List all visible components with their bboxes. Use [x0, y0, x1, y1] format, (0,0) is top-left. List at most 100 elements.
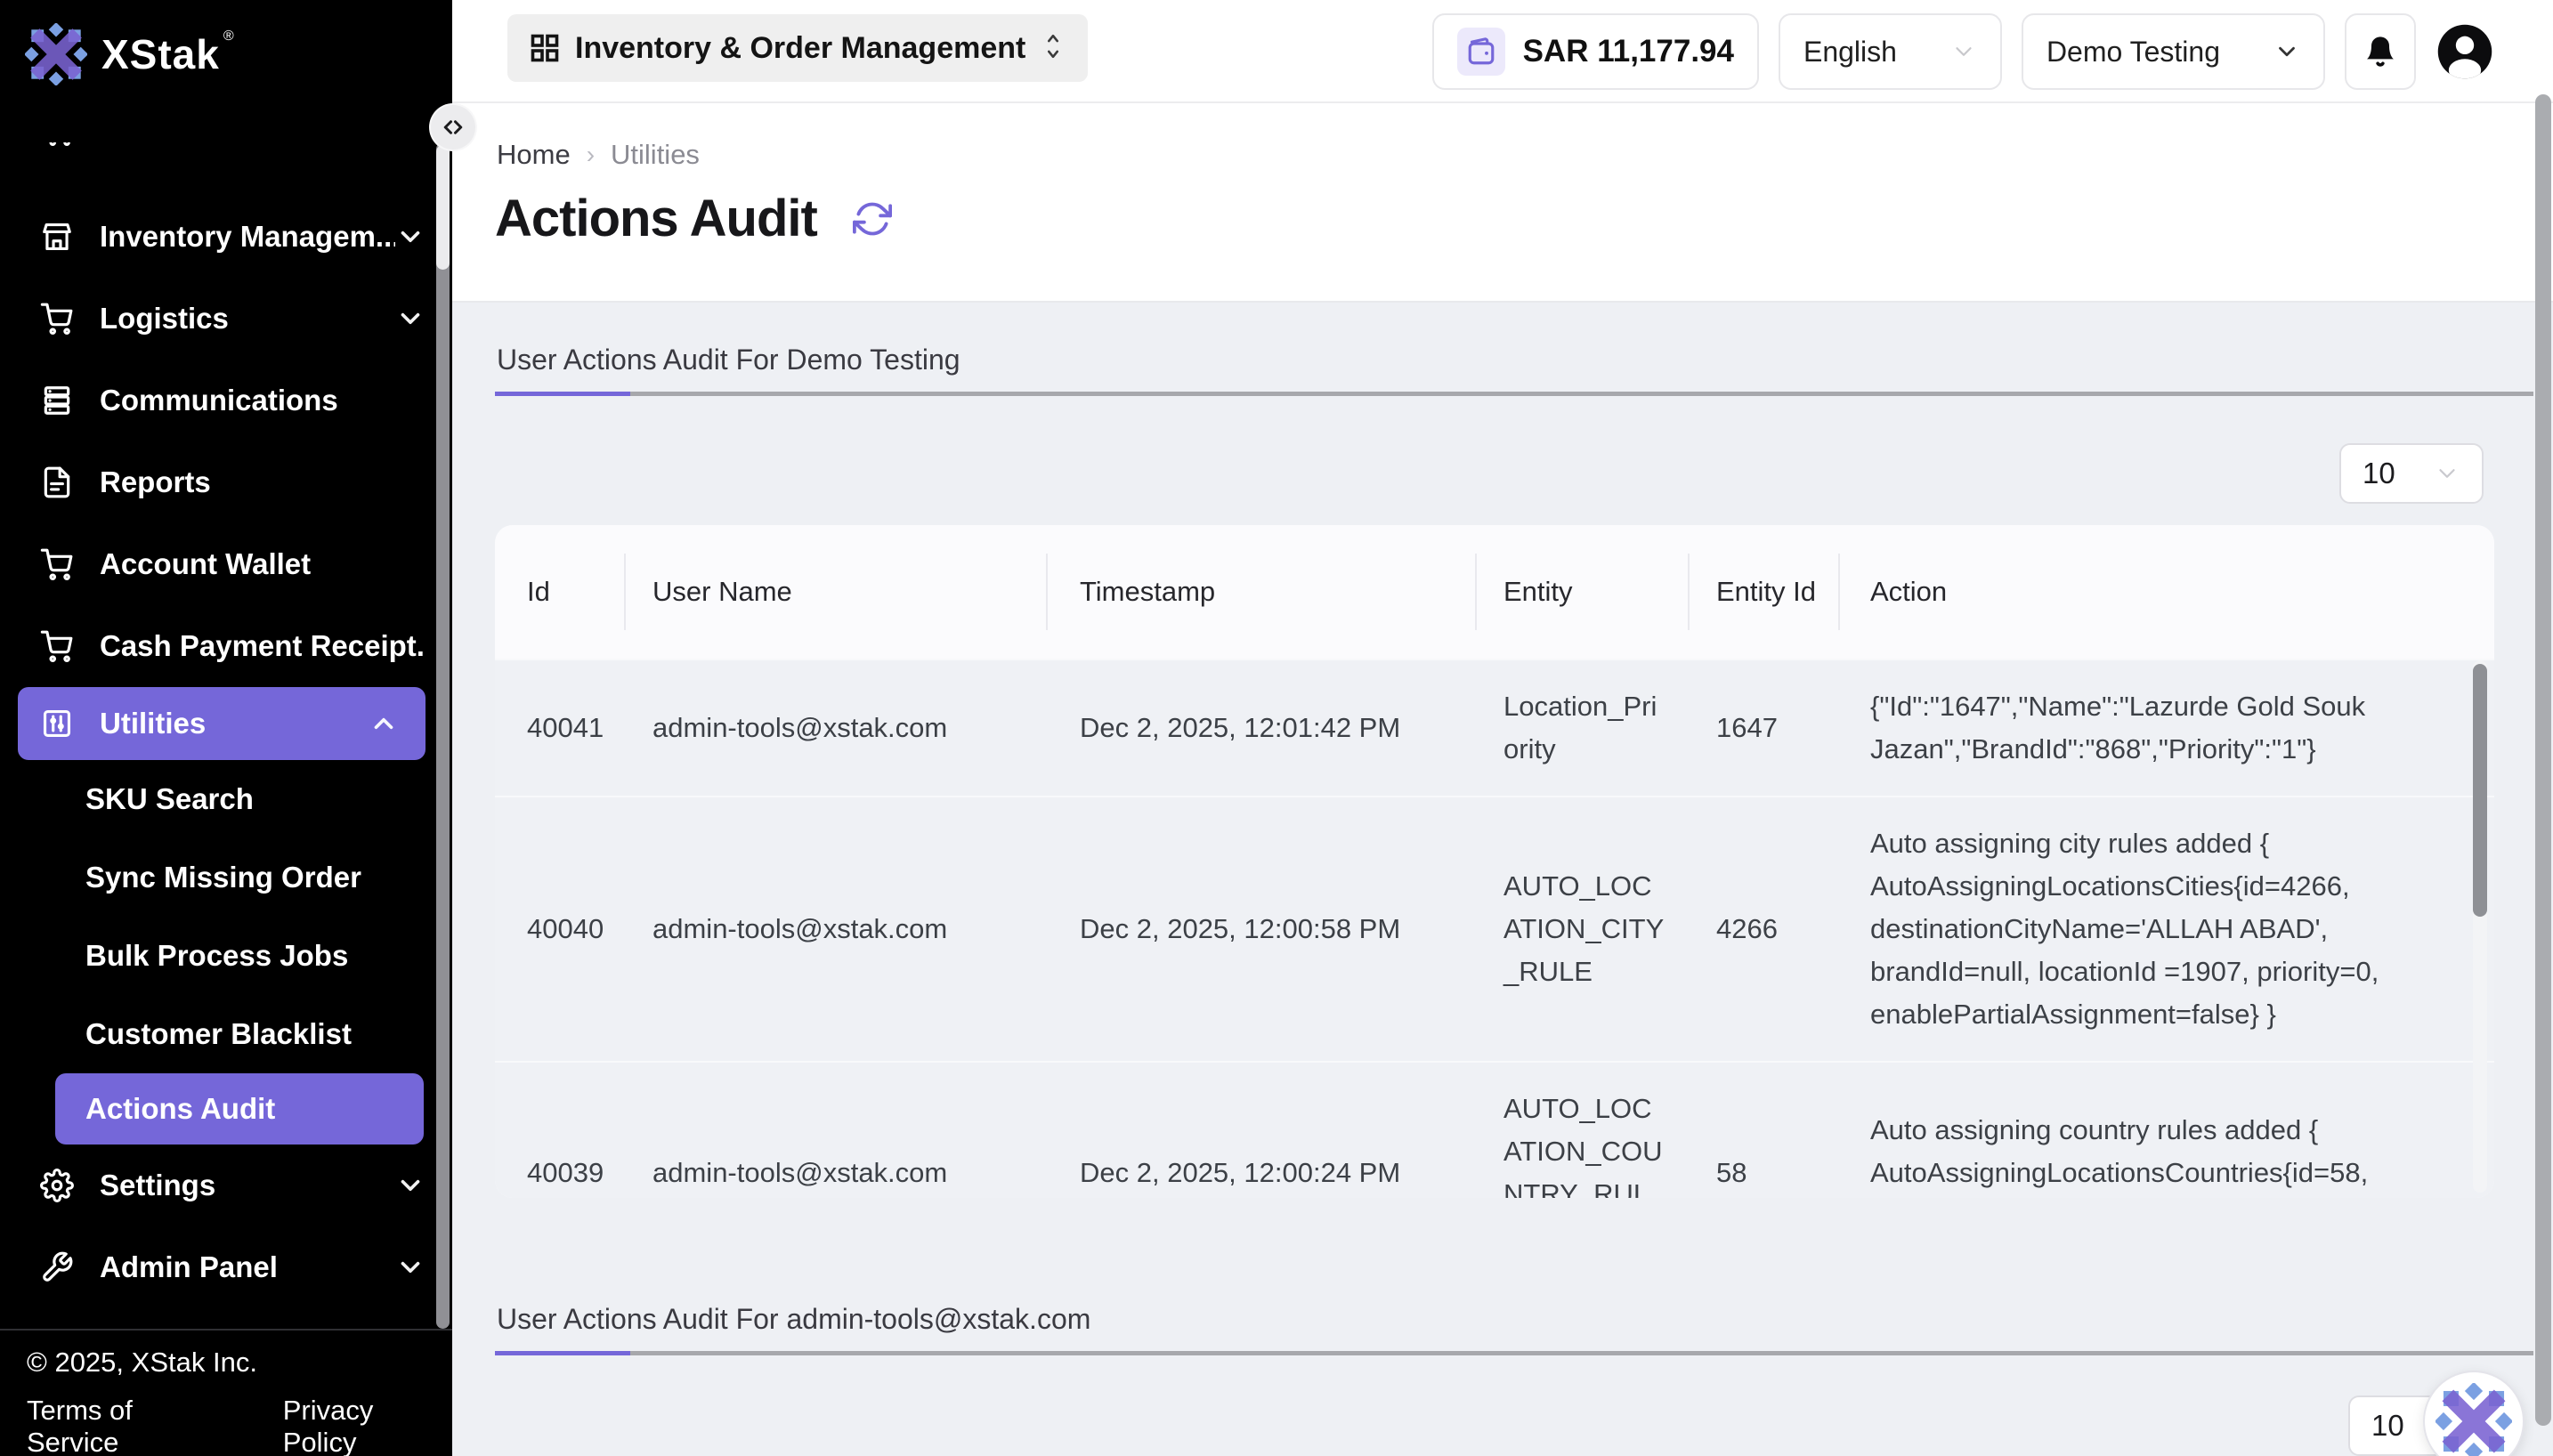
- xstak-logo-icon: [25, 23, 87, 85]
- audit-table-card: IdUser NameTimestampEntityEntity IdActio…: [495, 525, 2494, 1198]
- sidebar-item-label: Admin Panel: [100, 1250, 395, 1284]
- sidebar-item-inventory-managem[interactable]: Inventory Managem...: [0, 196, 452, 278]
- sliders-icon: [39, 706, 75, 741]
- cell-action: Auto assigning city rules added { AutoAs…: [1838, 822, 2494, 1036]
- refresh-button[interactable]: [853, 199, 892, 239]
- cell-user-name: admin-tools@xstak.com: [624, 707, 1046, 749]
- xstak-widget-badge[interactable]: [2423, 1371, 2525, 1456]
- brand-name: XStak: [101, 30, 220, 78]
- privacy-policy-link[interactable]: Privacy Policy: [283, 1395, 426, 1456]
- sidebar-item-settings[interactable]: Settings: [0, 1145, 452, 1226]
- sidebar-item-label: Inventory Managem...: [100, 220, 395, 254]
- sidebar-scrollbar-track[interactable]: [436, 142, 450, 1329]
- sidebar-item-label: Account Wallet: [100, 547, 426, 581]
- sidebar-item-utilities[interactable]: Utilities: [18, 687, 426, 760]
- account-select[interactable]: Demo Testing: [2022, 13, 2325, 90]
- cell-entity: AUTO_LOCATION_COUNTRY_RULE: [1475, 1088, 1688, 1198]
- sidebar-item-bulk-process-jobs[interactable]: Bulk Process Jobs: [0, 917, 452, 995]
- sidebar-item-label: Orders: [100, 142, 426, 147]
- page-title: Actions Audit: [495, 189, 817, 248]
- cell-id: 40039: [495, 1152, 624, 1194]
- sidebar-collapse-button[interactable]: [431, 105, 475, 150]
- content: User Actions Audit For Demo Testing 10 I…: [452, 304, 2553, 1456]
- column-header-timestamp: Timestamp: [1046, 525, 1475, 659]
- app-switcher[interactable]: Inventory & Order Management: [507, 14, 1088, 82]
- chevron-down-icon: [395, 222, 426, 252]
- wallet-balance-button[interactable]: SAR 11,177.94: [1432, 13, 1759, 90]
- sidebar-item-cash-payment-receipt[interactable]: Cash Payment Receipt...: [0, 605, 452, 687]
- cell-entity-id: 4266: [1688, 908, 1838, 950]
- sidebar-item-actions-audit[interactable]: Actions Audit: [55, 1073, 424, 1145]
- breadcrumb-current: Utilities: [611, 139, 700, 171]
- table-row[interactable]: 40040admin-tools@xstak.comDec 2, 2025, 1…: [495, 796, 2494, 1061]
- store-icon: [39, 219, 75, 255]
- main-area: Inventory & Order Management: [452, 0, 2553, 1456]
- cell-timestamp: Dec 2, 2025, 12:00:58 PM: [1046, 908, 1475, 950]
- cell-entity-id: 58: [1688, 1152, 1838, 1194]
- page-scrollbar-thumb[interactable]: [2535, 94, 2551, 1426]
- tab-admin-tools[interactable]: User Actions Audit For admin-tools@xstak…: [497, 1303, 1090, 1336]
- sidebar-item-customer-blacklist[interactable]: Customer Blacklist: [0, 995, 452, 1073]
- wallet-icon: [1457, 28, 1505, 76]
- chevron-down-icon: [395, 1252, 426, 1282]
- sidebar-item-account-wallet[interactable]: Account Wallet: [0, 523, 452, 605]
- cell-action: {"Id":"1647","Name":"Lazurde Gold Souk J…: [1838, 685, 2494, 771]
- topbar: Inventory & Order Management: [452, 0, 2553, 103]
- cell-entity: Location_Priority: [1475, 685, 1688, 771]
- page-size-select-1[interactable]: 10: [2339, 443, 2484, 504]
- sidebar-footer: © 2025, XStak Inc. Terms of Service Priv…: [0, 1329, 452, 1456]
- tab-indicator: [495, 1351, 2533, 1355]
- column-header-id: Id: [495, 525, 624, 659]
- chevron-down-icon: [2434, 460, 2460, 487]
- cell-timestamp: Dec 2, 2025, 12:01:42 PM: [1046, 707, 1475, 749]
- sidebar-item-label: Communications: [100, 384, 426, 417]
- cart-icon: [39, 142, 75, 148]
- chevron-down-icon: [395, 1170, 426, 1201]
- sidebar-item-orders[interactable]: Orders: [0, 142, 452, 171]
- sidebar-item-sku-search[interactable]: SKU Search: [0, 760, 452, 838]
- sidebar-item-label: SKU Search: [85, 782, 254, 816]
- table-header-row: IdUser NameTimestampEntityEntity IdActio…: [495, 525, 2494, 659]
- sidebar: XStak ® Orders Inventory Managem... Logist…: [0, 0, 452, 1456]
- sidebar-item-admin-panel[interactable]: Admin Panel: [0, 1226, 452, 1308]
- sidebar-item-label: Logistics: [100, 302, 395, 336]
- wallet-amount: SAR 11,177.94: [1523, 34, 1734, 69]
- server-icon: [39, 383, 75, 418]
- language-select[interactable]: English: [1779, 13, 2002, 90]
- bell-icon: [2363, 34, 2398, 69]
- table-row[interactable]: 40041admin-tools@xstak.comDec 2, 2025, 1…: [495, 659, 2494, 796]
- cell-user-name: admin-tools@xstak.com: [624, 1152, 1046, 1194]
- terms-of-service-link[interactable]: Terms of Service: [27, 1395, 198, 1456]
- breadcrumb-home[interactable]: Home: [497, 139, 571, 171]
- notifications-button[interactable]: [2345, 13, 2416, 90]
- sidebar-item-sync-missing-order[interactable]: Sync Missing Order: [0, 838, 452, 917]
- user-avatar[interactable]: [2435, 22, 2494, 81]
- sidebar-item-logistics[interactable]: Logistics: [0, 278, 452, 360]
- chevron-down-icon: [2273, 38, 2300, 65]
- brand: XStak ®: [25, 23, 234, 85]
- grid-icon: [529, 32, 561, 64]
- gear-icon: [39, 1168, 75, 1203]
- sidebar-item-reports[interactable]: Reports: [0, 441, 452, 523]
- table-row[interactable]: 40039admin-tools@xstak.comDec 2, 2025, 1…: [495, 1061, 2494, 1198]
- column-header-entity: Entity: [1475, 525, 1688, 659]
- chevron-down-icon: [395, 303, 426, 334]
- sidebar-item-communications[interactable]: Communications: [0, 360, 452, 441]
- cell-entity-id: 1647: [1688, 707, 1838, 749]
- brand-registered-mark: ®: [223, 28, 234, 44]
- cell-id: 40040: [495, 908, 624, 950]
- xstak-logo-icon: [2435, 1383, 2512, 1456]
- avatar-icon: [2435, 22, 2494, 81]
- app-switcher-label: Inventory & Order Management: [575, 31, 1025, 66]
- chevron-down-icon: [1950, 38, 1977, 65]
- wrench-icon: [39, 1250, 75, 1285]
- sidebar-item-label: Settings: [100, 1169, 395, 1202]
- tab-demo-testing[interactable]: User Actions Audit For Demo Testing: [497, 344, 960, 376]
- cell-timestamp: Dec 2, 2025, 12:00:24 PM: [1046, 1152, 1475, 1194]
- table-body: 40041admin-tools@xstak.comDec 2, 2025, 1…: [495, 659, 2494, 1198]
- table-scrollbar-thumb[interactable]: [2473, 664, 2487, 917]
- sidebar-scrollbar-thumb[interactable]: [436, 145, 450, 270]
- page-header-band: Home › Utilities Actions Audit: [452, 103, 2553, 303]
- sidebar-item-label: Utilities: [100, 707, 369, 740]
- cart-icon: [39, 546, 75, 582]
